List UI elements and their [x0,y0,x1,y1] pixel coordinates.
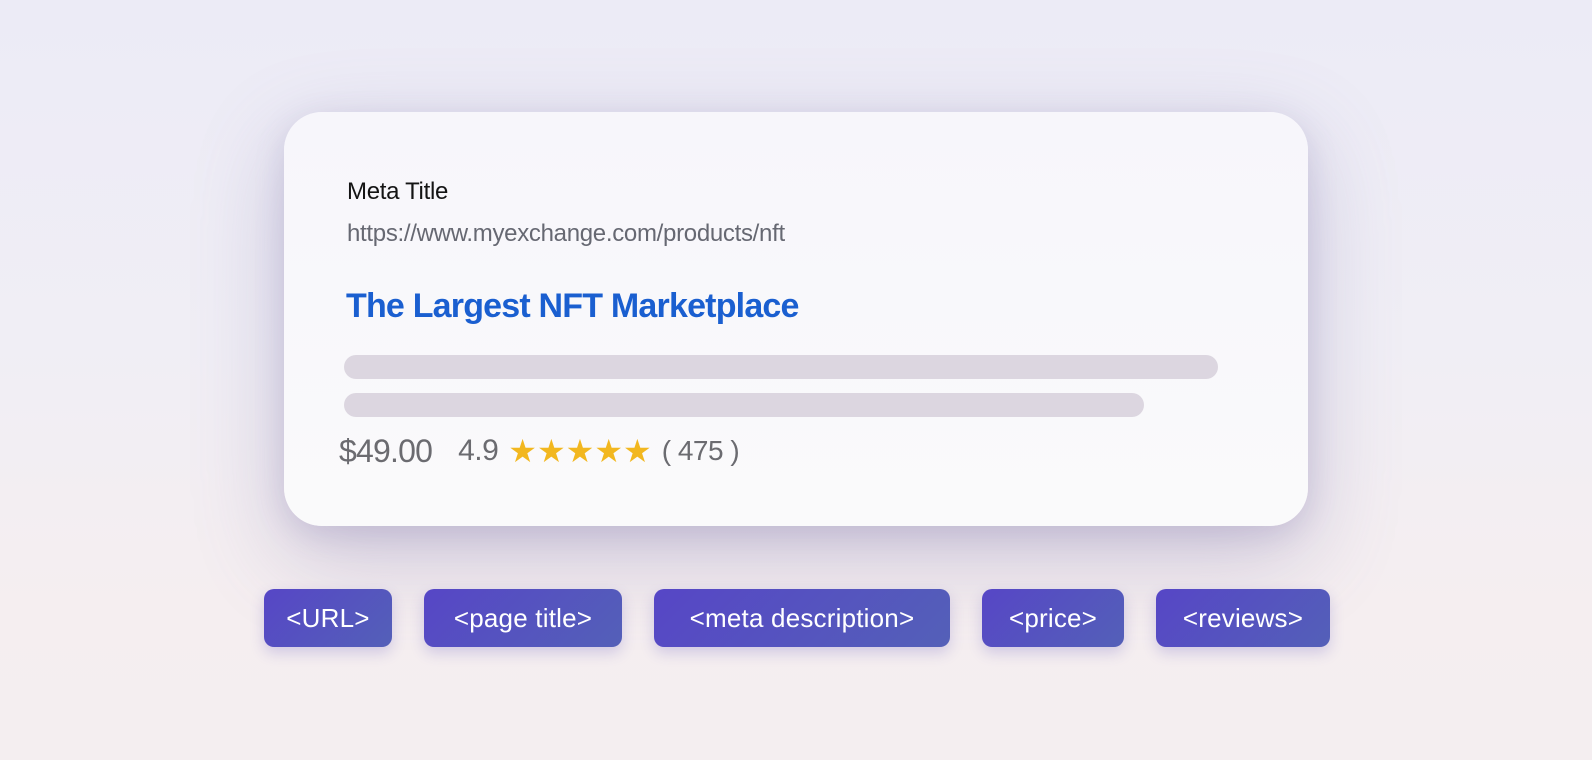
star-icon: ★ [623,432,652,470]
reviews-tag: <reviews> [1156,589,1330,647]
price-tag: <price> [982,589,1124,647]
page: { "card": { "meta_title": "Meta Title", … [0,0,1592,760]
star-rating: ★ ★ ★ ★ ★ [508,435,651,467]
result-url: https://www.myexchange.com/products/nft [347,220,785,247]
meta-description-placeholder-line [344,393,1144,417]
review-count: ( 475 ) [661,435,740,466]
rating-value: 4.9 [458,434,499,467]
price-rating-row: $49.00 4.9 ★ ★ ★ ★ ★ ( 475 ) [339,430,740,472]
star-icon: ★ [536,432,566,470]
star-icon: ★ [594,432,624,470]
meta-description-tag: <meta description> [654,589,950,647]
page-title-tag: <page title> [424,589,622,647]
meta-description-placeholder-line [344,355,1218,379]
meta-title-label: Meta Title [347,178,449,205]
star-icon: ★ [508,432,537,470]
result-page-title: The Largest NFT Marketplace [346,287,799,325]
star-icon: ★ [565,432,595,470]
element-tags: <URL> <page title> <meta description> <p… [0,589,1592,647]
price: $49.00 [339,432,433,469]
search-result-card: Meta Title https://www.myexchange.com/pr… [284,112,1308,526]
url-tag: <URL> [264,589,392,647]
